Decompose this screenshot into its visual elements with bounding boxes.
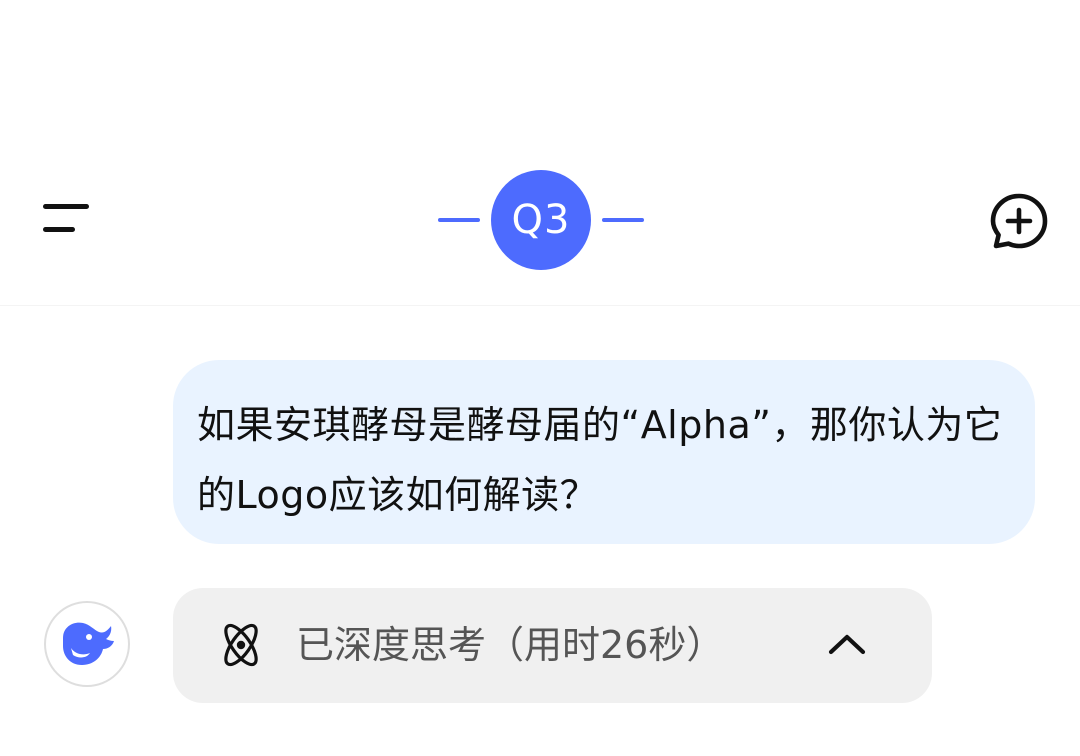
conversation-title: Q3 bbox=[438, 170, 644, 270]
deepseek-whale-logo bbox=[63, 622, 114, 665]
menu-line-bottom bbox=[43, 227, 75, 232]
menu-button[interactable] bbox=[36, 196, 96, 244]
chat-bubble-plus-icon bbox=[990, 193, 1048, 249]
title-dash-right bbox=[602, 218, 644, 222]
assistant-avatar bbox=[44, 601, 130, 687]
atom-icon bbox=[224, 623, 258, 667]
title-dash-left bbox=[438, 218, 480, 222]
title-badge: Q3 bbox=[491, 170, 591, 270]
new-chat-button[interactable] bbox=[988, 190, 1050, 252]
chat-screen: Q3 如果安琪酵母是酵母届的“Alpha”，那你认为它的Logo应该如何解读？ … bbox=[0, 0, 1080, 756]
top-bar: Q3 bbox=[0, 0, 1080, 306]
user-message-bubble[interactable]: 如果安琪酵母是酵母届的“Alpha”，那你认为它的Logo应该如何解读？ bbox=[173, 360, 1035, 544]
thinking-status-label: 已深度思考（用时26秒） bbox=[296, 623, 725, 667]
thinking-toggle[interactable]: 已深度思考（用时26秒） bbox=[173, 588, 932, 703]
user-message-text: 如果安琪酵母是酵母届的“Alpha”，那你认为它的Logo应该如何解读？ bbox=[197, 403, 1003, 517]
menu-line-top bbox=[43, 204, 89, 209]
chevron-up-icon bbox=[828, 634, 866, 655]
